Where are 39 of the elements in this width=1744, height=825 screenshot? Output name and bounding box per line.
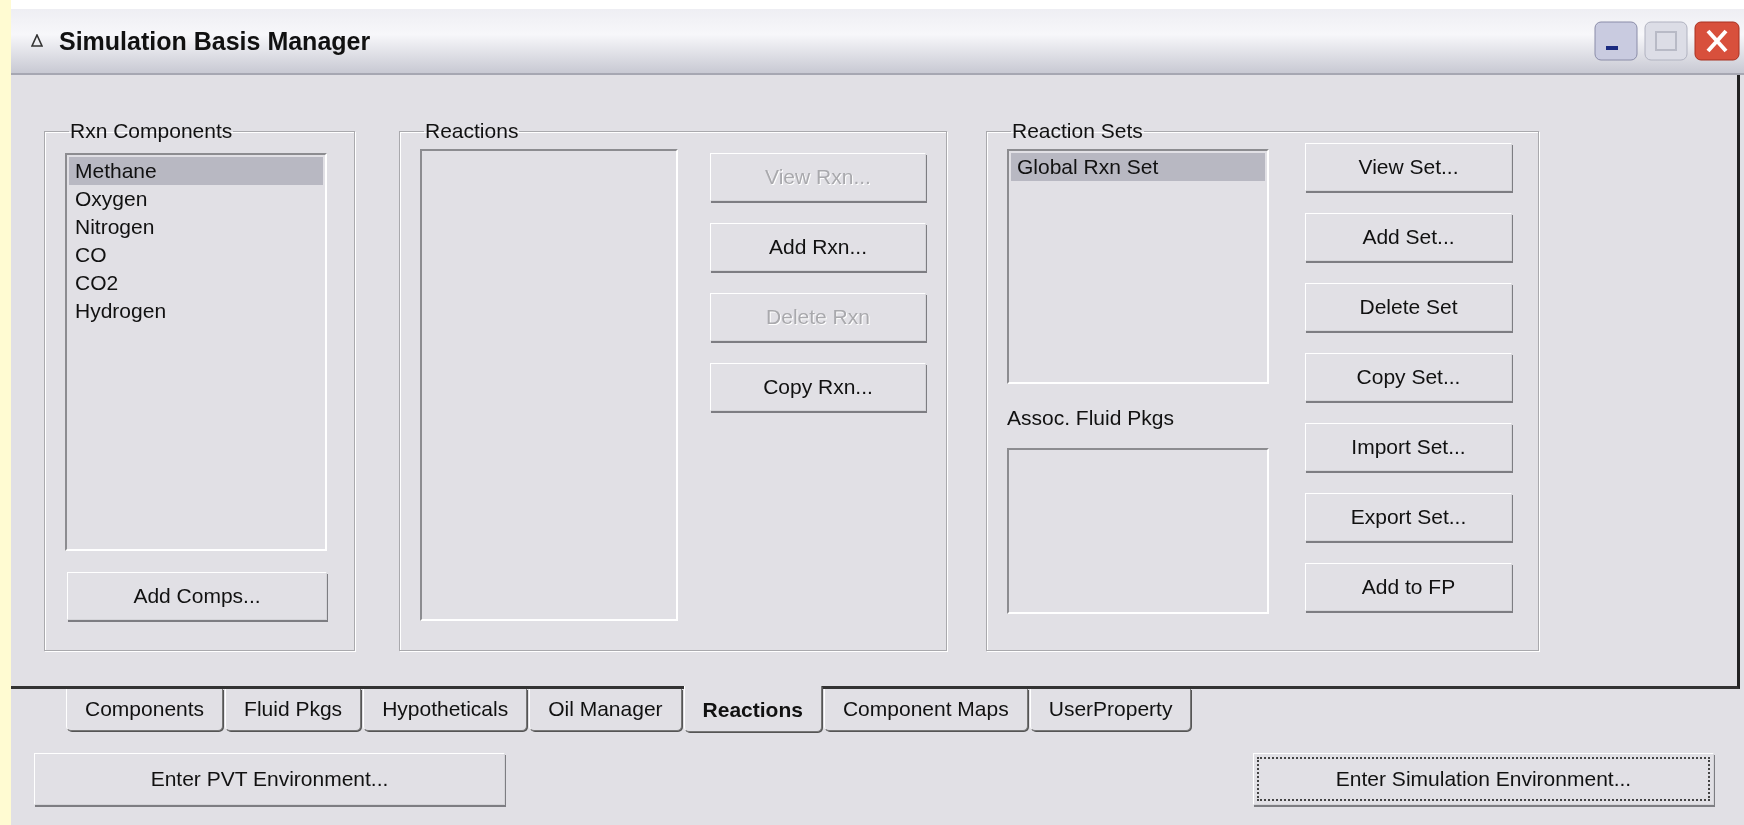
action-button[interactable]: View Set... <box>1305 143 1512 191</box>
tab[interactable]: Oil Manager <box>529 689 682 731</box>
environment-button[interactable]: Enter Simulation Environment... <box>1253 753 1714 805</box>
tab[interactable]: Component Maps <box>823 689 1028 731</box>
tab[interactable]: Reactions <box>683 686 822 732</box>
action-button[interactable]: Add Set... <box>1305 213 1512 261</box>
action-button[interactable]: Delete Set <box>1305 283 1512 331</box>
list-item[interactable]: CO2 <box>69 269 323 297</box>
list-label: Assoc. Fluid Pkgs <box>1007 406 1175 431</box>
list-item[interactable]: Nitrogen <box>69 213 323 241</box>
add-button[interactable]: Add Comps... <box>67 572 327 620</box>
window-title: Simulation Basis Manager <box>59 26 371 56</box>
minimize-icon[interactable] <box>1594 21 1638 61</box>
group-label: Reaction Sets <box>1011 119 1144 143</box>
list-box[interactable]: Methane Oxygen Nitrogen CO CO2 Hydrogen <box>65 153 327 551</box>
environment-button[interactable]: Enter PVT Environment... <box>34 753 505 805</box>
tab[interactable]: UserProperty <box>1029 689 1192 731</box>
tab[interactable]: Components <box>66 689 224 731</box>
maximize-icon[interactable] <box>1644 21 1688 61</box>
action-button[interactable]: Add to FP <box>1305 563 1512 611</box>
list-item[interactable]: Hydrogen <box>69 297 323 325</box>
tab[interactable]: Fluid Pkgs <box>225 689 362 731</box>
action-button[interactable]: Export Set... <box>1305 493 1512 541</box>
list-item[interactable]: Global Rxn Set <box>1011 153 1265 181</box>
list-item[interactable]: CO <box>69 241 323 269</box>
list-box[interactable] <box>1007 448 1269 614</box>
list-item[interactable]: Oxygen <box>69 185 323 213</box>
tab[interactable]: Hypotheticals <box>363 689 528 731</box>
action-button[interactable]: Copy Rxn... <box>710 363 926 411</box>
group-label: Reactions <box>424 119 520 143</box>
app-icon <box>31 34 43 48</box>
list-box[interactable]: Global Rxn Set <box>1007 149 1269 384</box>
action-button[interactable]: Add Rxn... <box>710 223 926 271</box>
group-label: Rxn Components <box>69 119 234 143</box>
list-box[interactable] <box>420 149 678 621</box>
action-button[interactable]: Copy Set... <box>1305 353 1512 401</box>
list-item[interactable]: Methane <box>69 157 323 185</box>
close-icon[interactable] <box>1694 21 1740 61</box>
action-button[interactable]: Import Set... <box>1305 423 1512 471</box>
